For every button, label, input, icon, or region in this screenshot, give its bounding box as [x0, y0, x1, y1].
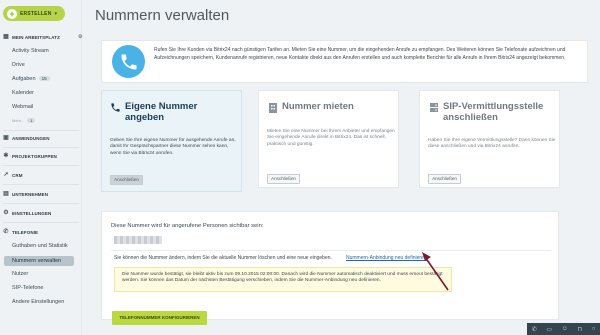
- sidebar-item-sip-phones[interactable]: SIP-Telefone: [12, 285, 44, 291]
- card-rent-number[interactable]: Nummer mieten Mieten Sie eine Nummer bei…: [258, 90, 399, 188]
- group-icon: ✱: [3, 153, 9, 159]
- card-description: Mieten Sie eine Nummer bei Ihrem Anbiete…: [267, 129, 395, 147]
- card-title: Nummer mieten: [266, 101, 354, 113]
- sidebar-item-other-settings[interactable]: Andere Einstellungen: [12, 299, 64, 305]
- arrow-annotation: [422, 252, 449, 291]
- count-badge: 15: [38, 76, 50, 81]
- phone-icon: ✆: [3, 229, 9, 235]
- sidebar: + ERSTELLEN ▾ ▦ MEIN ARBEITSPLATZ ⚙ Acti…: [0, 0, 83, 335]
- connect-button[interactable]: Anschließen: [428, 174, 461, 184]
- divider: [3, 184, 79, 185]
- own-number-form: Diese Nummer wird für angerufene Persone…: [101, 211, 559, 325]
- divider: [111, 250, 551, 251]
- card-title: SIP-Vermittlungsstelle anschließen: [427, 101, 543, 123]
- section-project-groups[interactable]: ✱ PROJEKTGRUPPEN: [3, 153, 57, 159]
- phone-icon[interactable]: ✆: [532, 326, 537, 333]
- section-telephony[interactable]: ✆ TELEFONIE: [3, 229, 38, 235]
- sidebar-item-manage-numbers[interactable]: Nummern verwalten: [4, 256, 74, 266]
- change-hint: Sie können die Nummer ändern, indem Sie …: [114, 255, 332, 261]
- plus-icon: +: [7, 8, 17, 19]
- card-title: Eigene Nummer angeben: [109, 101, 197, 123]
- settings-icon: ⚙: [3, 210, 9, 216]
- section-my-workplace[interactable]: ▦ MEIN ARBEITSPLATZ ⚙: [3, 34, 82, 40]
- company-icon: ▤: [3, 191, 9, 197]
- phone-icon: [109, 101, 122, 113]
- create-button[interactable]: + ERSTELLEN ▾: [3, 6, 65, 21]
- sidebar-item-users[interactable]: Nutzer: [12, 271, 28, 277]
- search-icon[interactable]: ○: [592, 326, 596, 332]
- card-description: Geben Sie Ihre eigene Nummer für ausgehe…: [110, 138, 236, 156]
- create-label: ERSTELLEN: [20, 10, 52, 17]
- server-icon: [427, 101, 440, 113]
- chevron-down-icon: ▾: [54, 10, 58, 17]
- divider: [3, 222, 79, 223]
- configure-number-button[interactable]: TELEFONNUMMER KONFIGURIEREN: [112, 311, 207, 325]
- sidebar-item-activity-stream[interactable]: Activity Stream: [12, 48, 49, 54]
- connect-button[interactable]: Anschließen: [267, 174, 300, 184]
- sidebar-more[interactable]: Mehr... 1: [12, 118, 36, 123]
- card-sip-exchange[interactable]: SIP-Vermittlungsstelle anschließen Haben …: [419, 90, 560, 188]
- count-badge: 1: [27, 118, 36, 123]
- phone-number-value: [114, 236, 162, 244]
- building-icon: [266, 101, 279, 113]
- sidebar-item-webmail[interactable]: Webmail: [12, 104, 33, 110]
- divider: [3, 147, 79, 148]
- section-label: MEIN ARBEITSPLATZ: [12, 34, 60, 40]
- section-crm[interactable]: ↗ CRM: [3, 172, 23, 178]
- sidebar-item-drive[interactable]: Drive: [12, 62, 25, 68]
- section-company[interactable]: ▤ UNTERNEHMEN: [3, 191, 48, 197]
- lock-icon[interactable]: ⊓: [577, 326, 582, 333]
- phone-icon: [112, 45, 145, 78]
- chat-icon[interactable]: ▭: [546, 326, 552, 333]
- divider: [3, 165, 79, 166]
- confirmation-notice: Die Nummer wurde bestätigt, sie bleibt a…: [114, 267, 452, 292]
- crm-icon: ↗: [3, 172, 9, 178]
- sidebar-item-balance-stats[interactable]: Guthaben und Statistik: [12, 243, 68, 249]
- sidebar-item-calendar[interactable]: Kalender: [12, 90, 34, 96]
- gear-icon[interactable]: ⚙: [78, 34, 83, 40]
- section-settings[interactable]: ⚙ EINSTELLUNGEN: [3, 210, 51, 216]
- divider: [3, 130, 79, 131]
- apps-icon: ▣: [3, 135, 9, 141]
- people-icon[interactable]: ☺: [562, 326, 568, 332]
- notice-text: Die Nummer wurde bestätigt, sie bleibt a…: [122, 272, 443, 284]
- card-description: Haben Sie Ihre eigene Vermittlungsstelle…: [428, 138, 556, 150]
- card-own-number[interactable]: Eigene Nummer angeben Geben Sie Ihre eige…: [101, 90, 242, 192]
- redefine-link[interactable]: Nummern-Anbindung neu definieren: [346, 255, 427, 261]
- bottom-toolbar: ✆ ▭ ☺ ⊓ ○: [527, 323, 600, 335]
- connect-button[interactable]: Anschließen: [110, 175, 143, 185]
- section-applications[interactable]: ▣ ANWENDUNGEN: [3, 135, 50, 141]
- sidebar-item-tasks[interactable]: Aufgaben 15: [12, 76, 50, 82]
- grid-icon: ▦: [3, 34, 9, 40]
- info-box: Rufen Sie Ihre Kunden via Bitrix24 nach …: [101, 40, 588, 83]
- info-text: Rufen Sie Ihre Kunden via Bitrix24 nach …: [154, 47, 566, 61]
- divider: [3, 203, 79, 204]
- page-title: Nummern verwalten: [95, 7, 230, 24]
- form-label: Diese Nummer wird für angerufene Persone…: [111, 223, 264, 229]
